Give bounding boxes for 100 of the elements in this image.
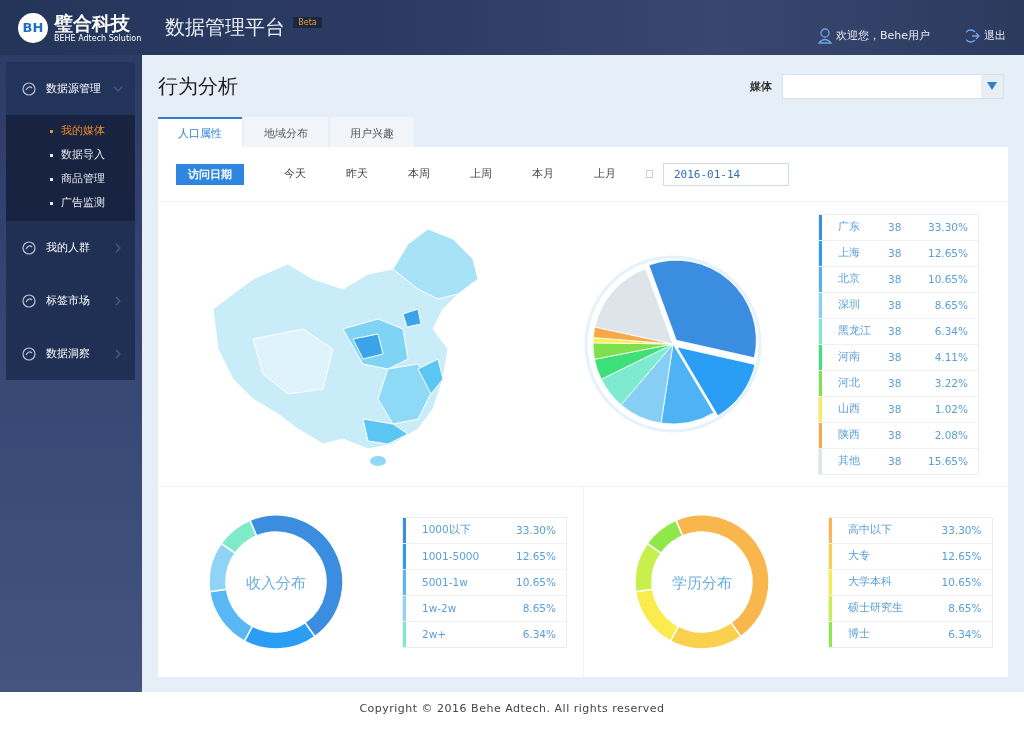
- legend-label: 河南: [837, 350, 861, 364]
- legend-count: 38: [888, 429, 903, 441]
- bullet-icon: [50, 177, 53, 181]
- legend-count: 38: [888, 325, 903, 337]
- date-range-link[interactable]: 今天: [264, 167, 326, 181]
- legend-percent: 2.08%: [933, 429, 968, 441]
- legend-label: 河北: [837, 376, 861, 390]
- menu-group[interactable]: 数据源管理: [6, 62, 135, 115]
- menu-item[interactable]: 数据导入: [6, 143, 135, 167]
- legend-label: 1000以下: [421, 523, 472, 537]
- tab[interactable]: 人口属性: [158, 117, 242, 147]
- legend-label: 广东: [837, 220, 861, 234]
- legend-percent: 15.65%: [926, 455, 968, 467]
- legend-percent: 33.30%: [926, 221, 968, 233]
- dropdown-arrow-icon: [987, 82, 997, 90]
- legend-label: 大学本科: [846, 575, 893, 589]
- menu-item-label: 商品管理: [61, 172, 105, 186]
- beta-badge: Beta: [293, 17, 322, 28]
- legend-percent: 8.65%: [521, 602, 556, 614]
- logo-tagline: BEHE Adtech Solution: [54, 33, 142, 44]
- legend-percent: 6.34%: [947, 628, 982, 640]
- calendar-icon: [646, 170, 653, 178]
- menu-group[interactable]: 数据洞察: [6, 327, 135, 380]
- legend-percent: 8.65%: [947, 602, 982, 614]
- chevron-icon: [113, 295, 123, 306]
- legend-percent: 10.65%: [940, 576, 982, 588]
- legend-label: 山西: [837, 402, 861, 416]
- copyright-text: Copyright © 2016 Behe Adtech. All rights reserved: [359, 702, 665, 717]
- legend-count: 38: [888, 403, 903, 415]
- legend-label: 上海: [837, 246, 861, 260]
- menu-item-label: 数据导入: [61, 148, 105, 162]
- chart-title: 学历分布: [671, 574, 732, 592]
- circle-icon: [22, 346, 36, 361]
- tab[interactable]: 地域分布: [244, 117, 328, 147]
- legend-count: 38: [888, 299, 903, 311]
- legend-percent: 12.65%: [514, 550, 556, 562]
- legend-count: 38: [888, 455, 903, 467]
- legend-percent: 12.65%: [940, 550, 982, 562]
- legend-label: 高中以下: [846, 523, 893, 537]
- legend-label: 1001-5000: [421, 550, 481, 562]
- tab[interactable]: 用户兴趣: [330, 117, 414, 147]
- legend-count: 38: [888, 221, 903, 233]
- legend-label: 北京: [837, 272, 861, 286]
- media-label: 媒体: [750, 78, 772, 94]
- logo-mark: BH: [18, 12, 48, 43]
- legend-percent: 6.34%: [521, 628, 556, 640]
- menu-item[interactable]: 我的媒体: [6, 119, 135, 143]
- app-title: 数据管理平台: [165, 14, 286, 41]
- legend-label: 博士: [846, 627, 871, 641]
- bullet-icon: [50, 153, 53, 157]
- legend-label: 深圳: [837, 298, 861, 312]
- chevron-icon: [113, 348, 123, 359]
- date-range-link[interactable]: 本周: [388, 167, 450, 181]
- menu-item-label: 我的媒体: [61, 124, 105, 138]
- user-link[interactable]: 欢迎您，Behe用户: [817, 27, 930, 44]
- date-range-link[interactable]: 昨天: [326, 167, 388, 181]
- bullet-icon: [50, 201, 53, 205]
- logout-icon: [966, 28, 980, 43]
- date-range-link[interactable]: 本月: [512, 167, 574, 181]
- legend-percent: 6.34%: [933, 325, 968, 337]
- page-title: 行为分析: [158, 72, 238, 100]
- menu-item[interactable]: 商品管理: [6, 167, 135, 191]
- menu-group[interactable]: 标签市场: [6, 274, 135, 327]
- media-select[interactable]: [782, 73, 1004, 99]
- menu-label: 数据源管理: [46, 81, 102, 96]
- logout-link[interactable]: 退出: [966, 28, 1006, 43]
- logo-name: 璧合科技: [54, 11, 131, 34]
- legend-label: 1w-2w: [421, 602, 458, 614]
- legend-count: 38: [888, 351, 903, 363]
- legend-percent: 12.65%: [926, 247, 968, 259]
- menu-item-label: 广告监测: [61, 196, 105, 210]
- legend-label: 5001-1w: [421, 576, 469, 588]
- date-range-link[interactable]: 上周: [450, 167, 512, 181]
- visit-date-button[interactable]: 访问日期: [176, 163, 244, 185]
- date-input[interactable]: 2016-01-14: [663, 162, 789, 186]
- legend-percent: 33.30%: [514, 524, 556, 536]
- circle-icon: [22, 293, 36, 308]
- menu-group[interactable]: 我的人群: [6, 221, 135, 274]
- user-icon: [817, 27, 832, 44]
- legend-count: 38: [888, 247, 903, 259]
- menu-label: 我的人群: [46, 240, 91, 255]
- menu-label: 数据洞察: [46, 346, 91, 361]
- menu-label: 标签市场: [46, 293, 91, 308]
- legend-label: 黑龙江: [837, 324, 872, 338]
- date-range-link[interactable]: 上月: [574, 167, 636, 181]
- legend-percent: 8.65%: [933, 299, 968, 311]
- legend-label: 硕士研究生: [846, 601, 904, 615]
- legend-percent: 4.11%: [933, 351, 968, 363]
- legend-label: 大专: [846, 549, 871, 563]
- legend-count: 38: [888, 273, 903, 285]
- bullet-icon: [50, 129, 53, 133]
- legend-percent: 10.65%: [514, 576, 556, 588]
- legend-label: 其他: [837, 454, 861, 468]
- chart-title: 收入分布: [246, 574, 306, 592]
- legend-percent: 33.30%: [940, 524, 982, 536]
- menu-item[interactable]: 广告监测: [6, 191, 135, 215]
- circle-icon: [22, 240, 36, 255]
- legend-percent: 3.22%: [933, 377, 968, 389]
- legend-label: 2w+: [421, 628, 448, 640]
- legend-percent: 1.02%: [933, 403, 968, 415]
